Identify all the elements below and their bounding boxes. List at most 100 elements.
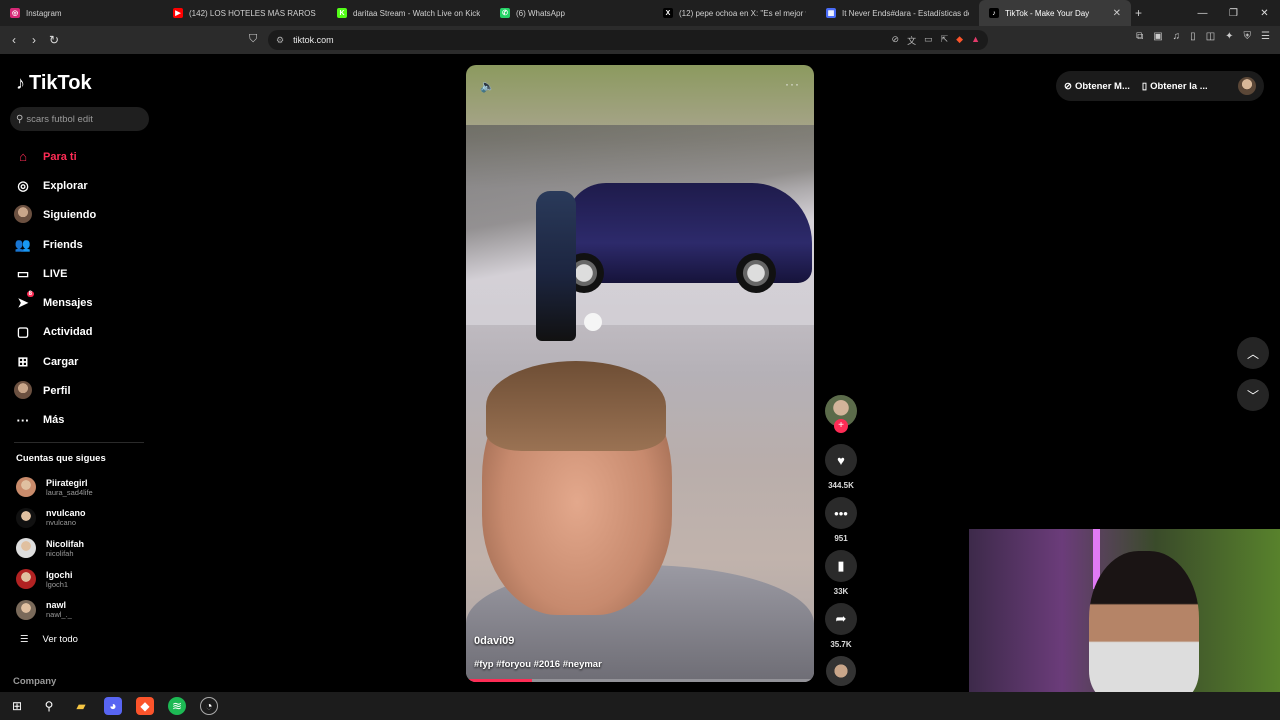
video-progress-bar[interactable]	[466, 679, 814, 682]
more-options-icon[interactable]: ···	[785, 77, 800, 91]
browser-tab[interactable]: ◎ Instagram	[0, 0, 163, 26]
avatar-icon	[14, 204, 32, 226]
leo-icon[interactable]: ✦	[1225, 31, 1233, 42]
sidebar-item-cargar[interactable]: ⊞ Cargar	[14, 347, 154, 376]
see-all-button[interactable]: ☰ Ver todo	[20, 634, 78, 645]
browser-tab[interactable]: Kdaritaa Stream - Watch Live on Kick	[327, 0, 490, 26]
follow-plus-icon[interactable]: +	[834, 419, 848, 433]
file-explorer-icon[interactable]: ▰	[72, 697, 90, 715]
previous-video-button[interactable]: ︿	[1237, 337, 1269, 369]
url-field[interactable]: ⚙ tiktok.com ⊘ 文 ▭ ⇱ ◆ ▲	[268, 30, 988, 50]
share-action[interactable]: ➦ 35.7K	[824, 603, 858, 650]
comment-icon[interactable]: •••	[825, 497, 857, 529]
see-all-label: Ver todo	[42, 634, 78, 645]
volume-icon[interactable]: 🔈	[480, 79, 495, 93]
restore-icon[interactable]: ❐	[1218, 8, 1249, 19]
following-account[interactable]: lgochi lgoch1	[16, 564, 156, 595]
sidebar-item-siguiendo[interactable]: Siguiendo	[14, 201, 154, 230]
spotify-icon[interactable]: ≋	[168, 697, 186, 715]
comment-action[interactable]: ••• 951	[824, 497, 858, 544]
sidebar-item-explorar[interactable]: ◎ Explorar	[14, 171, 154, 200]
tab-favicon-icon: ◎	[10, 8, 20, 18]
share-arrow-icon[interactable]: ➦	[825, 603, 857, 635]
sidebar-item-live[interactable]: ▭ LIVE	[14, 259, 154, 288]
bookmark-save-icon[interactable]: ▮	[825, 550, 857, 582]
like-action[interactable]: ♥ 344.5K	[824, 444, 858, 491]
brave-rewards-icon[interactable]: ▲	[971, 34, 980, 47]
sidebar-item-mensajes[interactable]: ➤ 8 Mensajes	[14, 288, 154, 317]
video-progress-fill	[466, 679, 533, 682]
video-scene-ball	[584, 313, 602, 331]
search-input[interactable]	[26, 113, 137, 125]
minimize-icon[interactable]: —	[1187, 8, 1218, 19]
sidebar-item-perfil[interactable]: Perfil	[14, 376, 154, 405]
sidebar-item-actividad[interactable]: ▢ Actividad	[14, 318, 154, 347]
tiktok-logo[interactable]: ♪ TikTok	[16, 72, 92, 95]
heart-icon[interactable]: ♥	[825, 444, 857, 476]
video-username[interactable]: 0davi09	[474, 635, 514, 647]
windows-start-icon[interactable]: ⊞	[8, 697, 26, 715]
brave-browser-icon[interactable]: ◆	[136, 697, 154, 715]
get-app-button[interactable]: ⊘ Obtener M...	[1064, 81, 1130, 92]
sidebar-item-label: Explorar	[43, 179, 88, 192]
menu-icon[interactable]: ☰	[1261, 31, 1270, 42]
following-account[interactable]: Piirategirl laura_sad4life	[16, 472, 156, 503]
music-disc-icon[interactable]	[826, 656, 856, 686]
site-info-icon[interactable]: ⚙	[276, 35, 284, 46]
like-count: 344.5K	[828, 481, 854, 490]
share-icon[interactable]: ⇱	[941, 34, 949, 47]
browser-tab[interactable]: ▶ (142) LOS HOTELES MÁS RAROS DE	[163, 0, 327, 26]
translate-icon[interactable]: 文	[907, 34, 916, 47]
following-account[interactable]: nvulcano nvulcano	[16, 503, 156, 534]
music-icon[interactable]: ♫	[1173, 31, 1181, 42]
list-icon: ☰	[20, 634, 29, 645]
get-mobile-button[interactable]: ▯ Obtener la ...	[1142, 81, 1208, 92]
save-action[interactable]: ▮ 33K	[824, 550, 858, 597]
search-box[interactable]: ⚲	[10, 107, 149, 131]
company-link[interactable]: Company	[13, 676, 56, 687]
obs-icon[interactable]: ◔	[200, 697, 218, 715]
search-icon: ⚲	[16, 113, 24, 125]
bookmark-icon[interactable]: ⛉	[249, 33, 257, 46]
new-tab-button[interactable]: +	[1131, 0, 1151, 26]
search-taskbar-icon[interactable]: ⚲	[40, 697, 58, 715]
reload-icon[interactable]: ↻	[44, 33, 64, 47]
divider	[14, 442, 144, 443]
following-account[interactable]: nawl nawl_._	[16, 594, 156, 625]
save-count: 33K	[833, 587, 849, 596]
logo-text: TikTok	[29, 72, 92, 94]
sidebar-menu: ⌂ Para ti ◎ Explorar Siguiendo 👥 Friends ▭ LIVE ➤…	[14, 142, 154, 435]
account-username: nicolifah	[46, 548, 74, 558]
sidebar-item-más[interactable]: ··· Más	[14, 406, 154, 435]
next-video-button[interactable]: ﹀	[1237, 379, 1269, 411]
vpn-icon[interactable]: ⛨	[1244, 31, 1252, 42]
mute-icon[interactable]: ⊘	[892, 34, 900, 47]
user-avatar[interactable]	[1238, 77, 1256, 95]
sidebar-item-friends[interactable]: 👥 Friends	[14, 230, 154, 259]
brave-shield-icon[interactable]: ◆	[956, 34, 963, 47]
forward-icon[interactable]: ›	[24, 33, 44, 47]
account-avatar	[16, 507, 36, 528]
account-avatar	[16, 569, 36, 590]
close-tab-icon[interactable]: ✕	[1113, 8, 1121, 19]
sidebar-item-para-ti[interactable]: ⌂ Para ti	[14, 142, 154, 171]
wallet-icon[interactable]: ▣	[1153, 31, 1162, 42]
extensions-icon[interactable]: ⧉	[1136, 31, 1143, 42]
browser-tab[interactable]: ✆ (6) WhatsApp	[490, 0, 653, 26]
activity-icon: ▢	[16, 324, 30, 340]
browser-tab[interactable]: X (12) pepe ochoa en X: "Es el mejor v	[653, 0, 816, 26]
discord-icon[interactable]: ◕	[104, 697, 122, 715]
creator-avatar[interactable]: +	[825, 395, 857, 433]
tab-label: (12) pepe ochoa en X: "Es el mejor v	[679, 8, 806, 18]
close-window-icon[interactable]: ✕	[1249, 8, 1280, 19]
following-account[interactable]: Nicolifah nicolifah	[16, 533, 156, 564]
wallet2-icon[interactable]: ◫	[1206, 31, 1215, 42]
browser-tab[interactable]: ♪ TikTok - Make Your Day ✕	[979, 0, 1131, 26]
account-username: nvulcano	[46, 518, 77, 528]
video-hashtags[interactable]: #fyp #foryou #2016 #neymar	[474, 659, 602, 670]
sidebar-toggle-icon[interactable]: ▯	[1190, 31, 1196, 42]
browser-tab[interactable]: ▦ It Never Ends#dara - Estadísticas de	[816, 0, 979, 26]
back-icon[interactable]: ‹	[4, 33, 24, 47]
cast-icon[interactable]: ▭	[924, 34, 933, 47]
video-player[interactable]: 🔈 ··· 0davi09 #fyp #foryou #2016 #neymar	[466, 65, 814, 682]
